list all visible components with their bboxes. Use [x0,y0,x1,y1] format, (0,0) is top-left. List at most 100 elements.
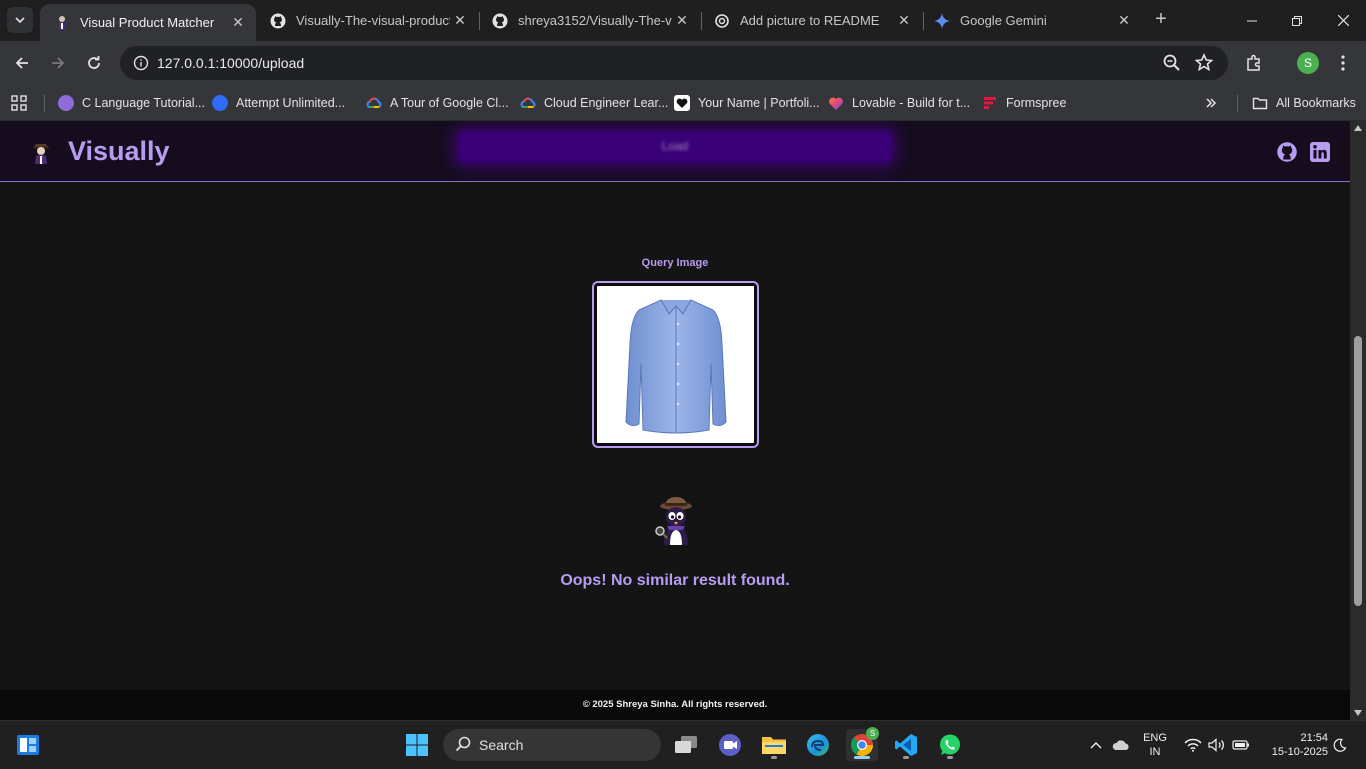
active-indicator [854,756,870,759]
bookmark-label: Attempt Unlimited... [236,96,346,110]
tab-github-repo[interactable]: shreya3152/Visually-The-visu ✕ [478,0,700,41]
google-cloud-icon [366,95,382,111]
bookmark-attempt-unlimited[interactable]: Attempt Unlimited... [212,92,345,114]
whatsapp-button[interactable] [934,729,966,761]
minimize-icon [1247,20,1257,21]
scroll-up-arrow-icon[interactable] [1354,125,1362,131]
header-banner: Load [458,131,892,163]
system-clock[interactable]: 21:54 15-10-2025 [1258,731,1328,759]
new-tab-button[interactable]: + [1150,9,1172,31]
bookmark-label: Your Name | Portfoli... [698,96,820,110]
back-button[interactable] [8,49,36,77]
minimize-button[interactable] [1229,0,1275,41]
meet-app-button[interactable] [714,729,746,761]
input-language-button[interactable]: ENG IN [1140,731,1170,759]
detective-logo-icon[interactable] [30,139,52,165]
google-cloud-icon [520,95,536,111]
moon-icon [1333,738,1347,752]
widgets-button[interactable] [12,729,44,761]
volume-button[interactable] [1206,721,1228,769]
folder-icon [762,737,786,754]
close-window-button[interactable] [1320,0,1366,41]
query-image-shirt [597,286,754,443]
site-info-icon[interactable] [128,50,154,76]
show-hidden-icons-button[interactable] [1086,721,1106,769]
menu-button[interactable] [1329,49,1357,77]
close-tab-icon[interactable]: ✕ [228,13,248,33]
tab-google-gemini[interactable]: Google Gemini ✕ [920,0,1142,41]
extensions-button[interactable] [1240,49,1268,77]
scroll-down-arrow-icon[interactable] [1354,710,1362,716]
brand-name[interactable]: Visually [68,136,170,167]
video-call-icon [719,734,741,756]
page-scrollbar[interactable] [1350,121,1366,720]
file-explorer-button[interactable] [758,729,790,761]
forward-button[interactable] [44,49,72,77]
scrollbar-thumb[interactable] [1354,336,1362,606]
bookmark-formspree[interactable]: Formspree [982,92,1066,114]
apps-button[interactable] [11,92,27,114]
tab-visual-product-matcher[interactable]: Visual Product Matcher ✕ [40,4,256,41]
bookmark-portfolio[interactable]: Your Name | Portfoli... [674,92,820,114]
blue-shirt-image [624,298,727,433]
task-view-icon [675,736,697,753]
footer-copyright: © 2025 Shreya Sinha. All rights reserved… [582,699,768,710]
taskbar-search[interactable]: Search [443,729,661,761]
tab-search-button[interactable] [7,7,33,33]
chrome-button[interactable]: S [846,727,879,761]
close-tab-icon[interactable]: ✕ [894,11,914,31]
onedrive-button[interactable] [1110,721,1132,769]
gemini-icon [934,12,950,29]
puzzle-icon [1247,54,1260,71]
bookmark-c-language[interactable]: C Language Tutorial... [58,92,205,114]
github-icon[interactable] [1277,142,1297,162]
do-not-disturb-button[interactable] [1330,721,1350,769]
wifi-button[interactable] [1182,721,1204,769]
linkedin-icon[interactable] [1310,142,1330,162]
double-chevron-right-icon [1206,98,1217,108]
task-view-button[interactable] [670,729,702,761]
all-bookmarks-button[interactable]: All Bookmarks [1252,92,1356,114]
visually-favicon [54,15,70,31]
bookmark-separator [1237,95,1238,112]
address-bar[interactable]: 127.0.0.1:10000/upload [120,46,1228,80]
bookmark-label: C Language Tutorial... [82,96,205,110]
restore-icon [1292,15,1302,26]
github-icon [492,13,508,29]
url-text[interactable]: 127.0.0.1:10000/upload [157,55,304,71]
heart-icon [674,95,690,111]
bookmark-cloud-engineer[interactable]: Cloud Engineer Lear... [520,92,668,114]
running-indicator [771,756,777,759]
bookmark-separator [44,95,45,112]
tab-github-visually[interactable]: Visually-The-visual-product- ✕ [256,0,478,41]
vscode-button[interactable] [890,729,922,761]
start-button[interactable] [401,729,433,761]
bookmark-tour-google-cloud[interactable]: A Tour of Google Cl... [366,92,509,114]
edge-button[interactable] [802,729,834,761]
page-footer: © 2025 Shreya Sinha. All rights reserved… [0,690,1350,720]
restore-button[interactable] [1274,0,1320,41]
more-bookmarks-button[interactable] [1204,92,1218,114]
tab-title: Visual Product Matcher [80,15,215,30]
cloud-icon [1112,740,1129,750]
profile-avatar[interactable]: S [1297,52,1319,74]
chevron-down-icon [15,17,25,24]
formspree-icon [982,95,998,111]
battery-button[interactable] [1230,721,1252,769]
zoom-icon[interactable] [1160,51,1184,80]
bookmark-favicon [58,95,74,111]
close-tab-icon[interactable]: ✕ [1114,11,1134,31]
bookmark-star-icon[interactable] [1192,51,1216,80]
bookmark-lovable[interactable]: Lovable - Build for t... [828,92,970,114]
tab-chatgpt[interactable]: Add picture to README ✕ [700,0,922,41]
whatsapp-icon [940,734,960,755]
reload-icon [88,56,100,69]
bookmark-label: Cloud Engineer Lear... [544,96,669,110]
close-tab-icon[interactable]: ✕ [450,11,470,31]
chatgpt-icon [714,13,730,29]
clock-date: 15-10-2025 [1271,746,1328,758]
reload-button[interactable] [80,49,108,77]
tab-title: Google Gemini [960,13,1047,28]
lovable-icon [828,95,844,111]
close-tab-icon[interactable]: ✕ [672,11,692,31]
